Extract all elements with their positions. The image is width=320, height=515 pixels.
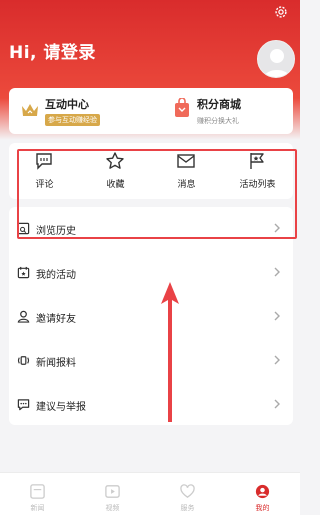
menu-item-label: 建议与举报 — [36, 402, 86, 413]
chevron-right-icon — [274, 267, 280, 277]
quick-action-messages[interactable]: 消息 — [151, 143, 222, 199]
points-mall-card[interactable]: 积分商城 赚积分换大礼 — [153, 88, 293, 134]
quick-action-label: 活动列表 — [239, 180, 276, 190]
menu-item-my-activities[interactable]: 我的活动 — [9, 251, 293, 294]
news-icon — [30, 484, 45, 499]
quick-action-comment[interactable]: 评论 — [9, 143, 80, 199]
menu-item-invite-friends[interactable]: 邀请好友 — [9, 295, 293, 338]
chevron-right-icon — [274, 399, 280, 409]
chevron-right-icon — [274, 311, 280, 321]
broadcast-icon — [17, 356, 30, 365]
up-arrow-annotation — [161, 282, 179, 422]
feature-cards: 互动中心 参与互动赚经验 积分商城 赚积分换大礼 — [9, 88, 293, 134]
video-icon — [105, 485, 120, 498]
menu-item-label: 邀请好友 — [36, 314, 76, 325]
menu-item-feedback[interactable]: 建议与举报 — [9, 383, 293, 426]
profile-icon — [255, 484, 270, 499]
chevron-right-icon — [274, 355, 280, 365]
gear-icon[interactable] — [274, 5, 288, 19]
history-icon — [17, 222, 30, 235]
tab-profile[interactable]: 我的 — [225, 473, 300, 515]
calendar-icon — [17, 266, 30, 279]
feedback-icon — [17, 399, 30, 411]
chevron-right-icon — [274, 223, 280, 233]
tab-video[interactable]: 视频 — [75, 473, 150, 515]
points-mall-title: 积分商城 — [197, 98, 241, 111]
tab-label: 我的 — [255, 504, 270, 512]
shopping-bag-icon — [175, 98, 189, 117]
menu-item-history[interactable]: 浏览历史 — [9, 207, 293, 250]
mail-icon — [177, 154, 195, 168]
login-prompt[interactable]: Hi, 请登录 — [9, 38, 96, 63]
menu-item-label: 浏览历史 — [36, 226, 76, 237]
user-icon — [17, 310, 30, 323]
quick-action-favorites[interactable]: 收藏 — [80, 143, 151, 199]
interaction-center-card[interactable]: 互动中心 参与互动赚经验 — [9, 88, 149, 134]
quick-action-label: 评论 — [35, 180, 54, 190]
menu-item-label: 新闻报料 — [36, 358, 76, 369]
quick-action-activities[interactable]: 活动列表 — [222, 143, 293, 199]
flag-icon — [250, 153, 264, 169]
tab-label: 视频 — [105, 504, 120, 512]
tab-news[interactable]: 新闻 — [0, 473, 75, 515]
menu-item-news-tips[interactable]: 新闻报料 — [9, 339, 293, 382]
comment-icon — [36, 153, 52, 170]
quick-action-label: 收藏 — [106, 180, 125, 190]
bottom-tab-bar: 新闻 视频 服务 我的 — [0, 472, 300, 515]
avatar[interactable] — [257, 40, 295, 78]
points-mall-subtitle: 赚积分换大礼 — [197, 117, 239, 125]
tab-label: 服务 — [180, 504, 195, 512]
tab-label: 新闻 — [30, 504, 45, 512]
interaction-center-title: 互动中心 — [45, 98, 89, 111]
menu-item-label: 我的活动 — [36, 270, 76, 281]
experience-badge: 参与互动赚经验 — [45, 114, 100, 126]
tab-service[interactable]: 服务 — [150, 473, 225, 515]
quick-action-label: 消息 — [177, 180, 196, 190]
service-icon — [180, 484, 195, 498]
menu-list: 浏览历史 我的活动 邀请好友 新闻报料 建议与举报 — [9, 207, 293, 425]
crown-icon — [22, 104, 38, 116]
star-icon — [106, 152, 124, 169]
quick-actions: 评论 收藏 消息 活动列表 — [9, 143, 293, 199]
